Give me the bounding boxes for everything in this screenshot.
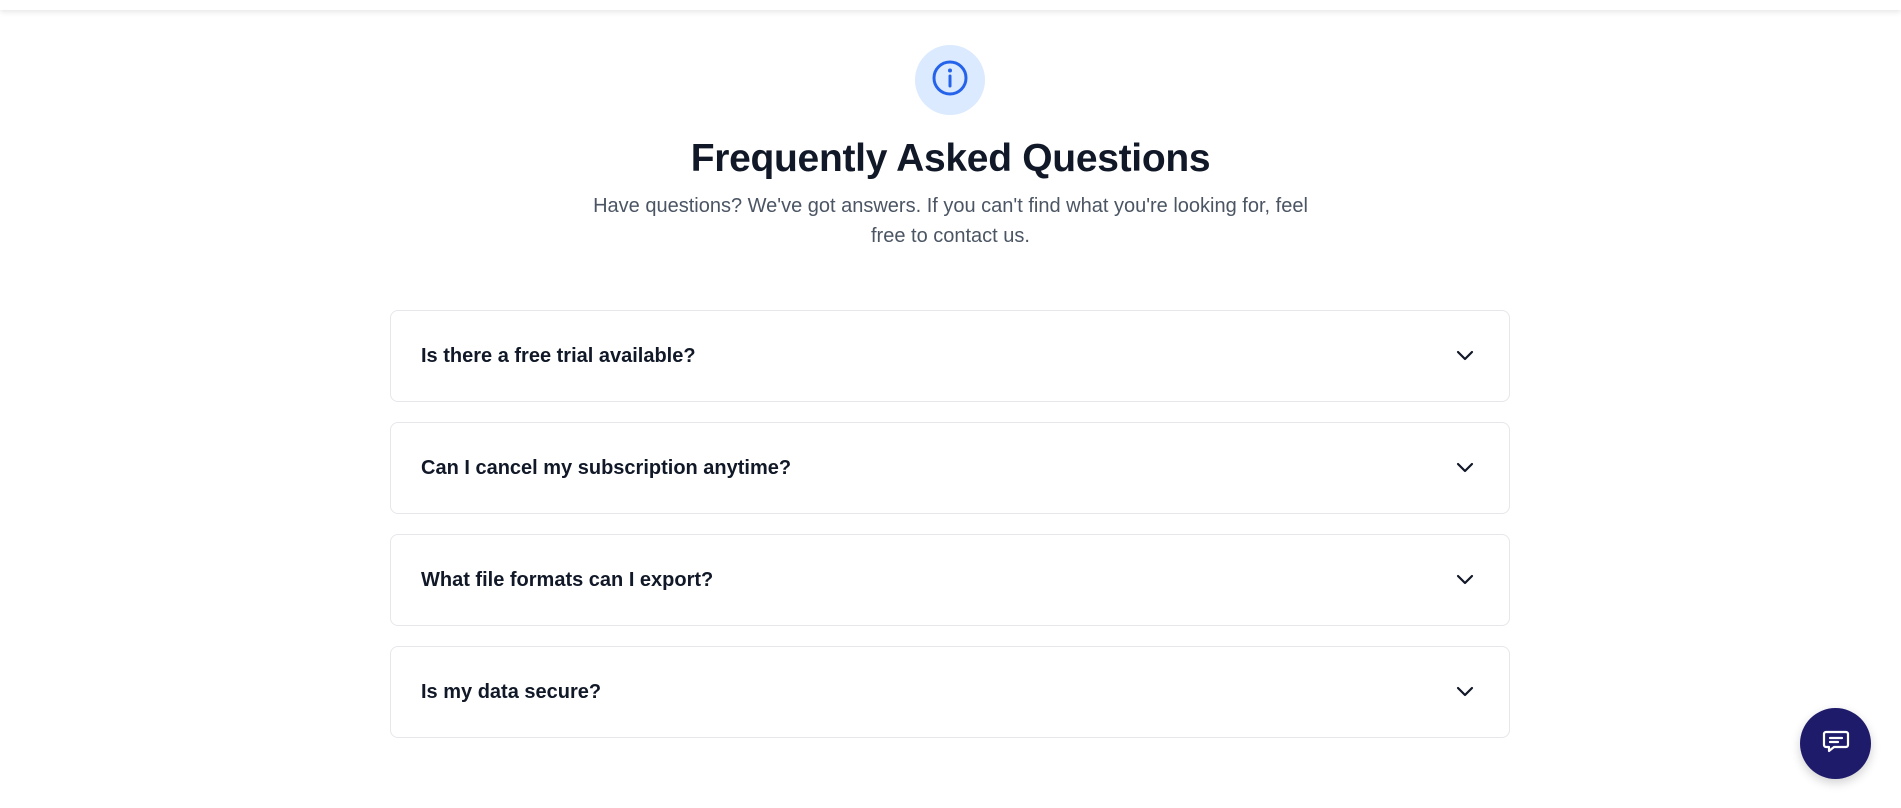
info-badge (915, 45, 985, 115)
faq-item-file-formats[interactable]: What file formats can I export? (390, 534, 1510, 626)
page-subtitle: Have questions? We've got answers. If yo… (593, 195, 1308, 247)
chevron-down-icon (1455, 682, 1475, 702)
faq-item-cancel-subscription[interactable]: Can I cancel my subscription anytime? (390, 422, 1510, 514)
chat-button[interactable] (1800, 708, 1871, 779)
faq-item-free-trial[interactable]: Is there a free trial available? (390, 310, 1510, 402)
faq-section: Frequently Asked Questions Have question… (0, 0, 1901, 808)
chevron-down-icon (1455, 458, 1475, 478)
faq-question: Is there a free trial available? (421, 344, 696, 367)
faq-question: Is my data secure? (421, 680, 602, 703)
page-title: Frequently Asked Questions (690, 137, 1211, 180)
faq-item-data-security[interactable]: Is my data secure? (390, 646, 1510, 738)
faq-question: What file formats can I export? (421, 568, 714, 591)
faq-question: Can I cancel my subscription anytime? (421, 456, 792, 479)
faq-list: Is there a free trial available? Can I c… (390, 310, 1510, 758)
chevron-down-icon (1455, 346, 1475, 366)
chevron-down-icon (1455, 570, 1475, 590)
info-icon (930, 58, 970, 103)
chat-bubble-icon (1821, 726, 1851, 761)
